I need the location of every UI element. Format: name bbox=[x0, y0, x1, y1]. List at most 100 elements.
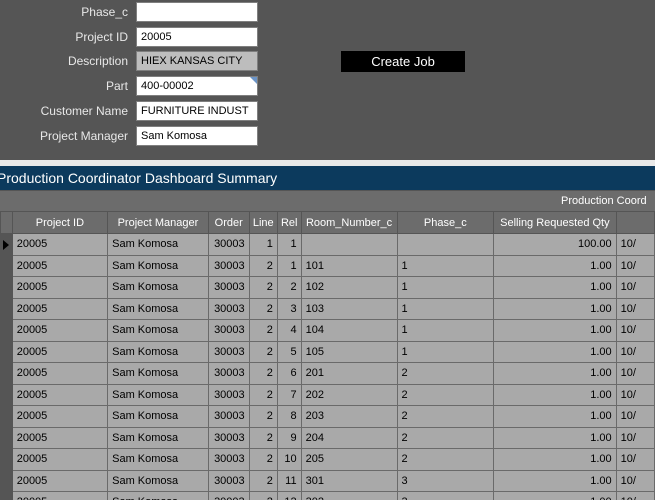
cell-project-id[interactable]: 20005 bbox=[11, 362, 109, 385]
cell-line[interactable]: 2 bbox=[248, 362, 278, 385]
cell-line[interactable]: 2 bbox=[248, 319, 278, 342]
cell-selling-requested-qty[interactable]: 1.00 bbox=[493, 383, 617, 406]
table-row[interactable]: 20005 Sam Komosa 30003 2 1 101 1 1.00 10/ bbox=[0, 254, 655, 277]
cell-project-manager[interactable]: Sam Komosa bbox=[107, 319, 209, 342]
cell-room-number[interactable]: 203 bbox=[300, 405, 398, 428]
cell-line[interactable]: 2 bbox=[248, 276, 278, 299]
cell-selling-requested-qty[interactable]: 1.00 bbox=[493, 448, 617, 471]
cell-selling-requested-qty[interactable]: 1.00 bbox=[493, 340, 617, 363]
cell-extra[interactable]: 10/ bbox=[615, 319, 655, 342]
cell-order[interactable]: 30003 bbox=[207, 362, 250, 385]
cell-rel[interactable]: 6 bbox=[276, 362, 302, 385]
table-row[interactable]: 20005 Sam Komosa 30003 2 9 204 2 1.00 10/ bbox=[0, 426, 655, 449]
cell-phase[interactable]: 1 bbox=[396, 297, 495, 320]
cell-line[interactable]: 2 bbox=[248, 448, 278, 471]
cell-selling-requested-qty[interactable]: 1.00 bbox=[493, 469, 617, 492]
cell-line[interactable]: 2 bbox=[248, 254, 278, 277]
cell-selling-requested-qty[interactable]: 1.00 bbox=[493, 297, 617, 320]
cell-order[interactable]: 30003 bbox=[207, 383, 250, 406]
cell-order[interactable]: 30003 bbox=[207, 297, 250, 320]
cell-extra[interactable]: 10/ bbox=[615, 362, 655, 385]
cell-project-id[interactable]: 20005 bbox=[11, 383, 109, 406]
cell-room-number[interactable]: 205 bbox=[300, 448, 398, 471]
row-selector[interactable] bbox=[0, 340, 13, 363]
row-selector[interactable] bbox=[0, 362, 13, 385]
cell-line[interactable]: 1 bbox=[248, 233, 278, 256]
cell-rel[interactable]: 9 bbox=[276, 426, 302, 449]
cell-project-manager[interactable]: Sam Komosa bbox=[107, 254, 209, 277]
column-header-selling-requested-qty[interactable]: Selling Requested Qty bbox=[493, 211, 617, 234]
cell-order[interactable]: 30003 bbox=[207, 233, 250, 256]
cell-room-number[interactable]: 201 bbox=[300, 362, 398, 385]
cell-extra[interactable]: 10/ bbox=[615, 233, 655, 256]
cell-phase[interactable]: 2 bbox=[396, 383, 495, 406]
cell-room-number[interactable] bbox=[300, 233, 398, 256]
cell-rel[interactable]: 4 bbox=[276, 319, 302, 342]
table-row[interactable]: 20005 Sam Komosa 30003 2 11 301 3 1.00 10/ bbox=[0, 469, 655, 492]
cell-extra[interactable]: 10/ bbox=[615, 297, 655, 320]
cell-selling-requested-qty[interactable]: 1.00 bbox=[493, 426, 617, 449]
table-row[interactable]: 20005 Sam Komosa 30003 2 8 203 2 1.00 10/ bbox=[0, 405, 655, 428]
cell-project-manager[interactable]: Sam Komosa bbox=[107, 297, 209, 320]
cell-project-id[interactable]: 20005 bbox=[11, 469, 109, 492]
cell-phase[interactable] bbox=[396, 233, 495, 256]
cell-phase[interactable]: 2 bbox=[396, 405, 495, 428]
cell-rel[interactable]: 1 bbox=[276, 254, 302, 277]
cell-order[interactable]: 30003 bbox=[207, 448, 250, 471]
column-header-room-number[interactable]: Room_Number_c bbox=[300, 211, 398, 234]
cell-extra[interactable]: 10/ bbox=[615, 405, 655, 428]
cell-phase[interactable]: 1 bbox=[396, 276, 495, 299]
row-selector[interactable] bbox=[0, 297, 13, 320]
cell-selling-requested-qty[interactable]: 100.00 bbox=[493, 233, 617, 256]
cell-selling-requested-qty[interactable]: 1.00 bbox=[493, 319, 617, 342]
cell-line[interactable]: 2 bbox=[248, 340, 278, 363]
cell-project-manager[interactable]: Sam Komosa bbox=[107, 491, 209, 500]
cell-selling-requested-qty[interactable]: 1.00 bbox=[493, 405, 617, 428]
table-row[interactable]: 20005 Sam Komosa 30003 2 4 104 1 1.00 10/ bbox=[0, 319, 655, 342]
cell-order[interactable]: 30003 bbox=[207, 319, 250, 342]
cell-project-id[interactable]: 20005 bbox=[11, 340, 109, 363]
dashboard-grid[interactable]: Project ID Project Manager Order Line Rel Roo… bbox=[0, 211, 655, 500]
cell-extra[interactable]: 10/ bbox=[615, 426, 655, 449]
cell-order[interactable]: 30003 bbox=[207, 340, 250, 363]
column-header-project-manager[interactable]: Project Manager bbox=[107, 211, 209, 234]
column-header-extra[interactable] bbox=[615, 211, 655, 234]
column-header-rel[interactable]: Rel bbox=[276, 211, 302, 234]
cell-room-number[interactable]: 302 bbox=[300, 491, 398, 500]
row-selector[interactable] bbox=[0, 491, 13, 500]
cell-extra[interactable]: 10/ bbox=[615, 491, 655, 500]
cell-rel[interactable]: 10 bbox=[276, 448, 302, 471]
cell-project-id[interactable]: 20005 bbox=[11, 491, 109, 500]
cell-project-manager[interactable]: Sam Komosa bbox=[107, 233, 209, 256]
cell-line[interactable]: 2 bbox=[248, 297, 278, 320]
cell-selling-requested-qty[interactable]: 1.00 bbox=[493, 276, 617, 299]
cell-order[interactable]: 30003 bbox=[207, 405, 250, 428]
cell-phase[interactable]: 1 bbox=[396, 254, 495, 277]
cell-room-number[interactable]: 101 bbox=[300, 254, 398, 277]
cell-rel[interactable]: 12 bbox=[276, 491, 302, 500]
cell-extra[interactable]: 10/ bbox=[615, 340, 655, 363]
cell-rel[interactable]: 2 bbox=[276, 276, 302, 299]
cell-project-id[interactable]: 20005 bbox=[11, 319, 109, 342]
cell-order[interactable]: 30003 bbox=[207, 491, 250, 500]
cell-project-manager[interactable]: Sam Komosa bbox=[107, 448, 209, 471]
project-manager-input[interactable]: Sam Komosa bbox=[136, 126, 258, 146]
cell-order[interactable]: 30003 bbox=[207, 254, 250, 277]
cell-line[interactable]: 2 bbox=[248, 426, 278, 449]
cell-line[interactable]: 2 bbox=[248, 469, 278, 492]
cell-room-number[interactable]: 104 bbox=[300, 319, 398, 342]
cell-extra[interactable]: 10/ bbox=[615, 383, 655, 406]
cell-order[interactable]: 30003 bbox=[207, 276, 250, 299]
cell-order[interactable]: 30003 bbox=[207, 469, 250, 492]
cell-extra[interactable]: 10/ bbox=[615, 276, 655, 299]
cell-extra[interactable]: 10/ bbox=[615, 448, 655, 471]
table-row[interactable]: 20005 Sam Komosa 30003 2 2 102 1 1.00 10/ bbox=[0, 276, 655, 299]
table-row[interactable]: 20005 Sam Komosa 30003 2 10 205 2 1.00 10/ bbox=[0, 448, 655, 471]
row-selector[interactable] bbox=[0, 469, 13, 492]
cell-project-manager[interactable]: Sam Komosa bbox=[107, 405, 209, 428]
cell-room-number[interactable]: 105 bbox=[300, 340, 398, 363]
column-header-line[interactable]: Line bbox=[248, 211, 278, 234]
cell-order[interactable]: 30003 bbox=[207, 426, 250, 449]
dropdown-corner-icon[interactable] bbox=[250, 77, 257, 84]
cell-room-number[interactable]: 102 bbox=[300, 276, 398, 299]
